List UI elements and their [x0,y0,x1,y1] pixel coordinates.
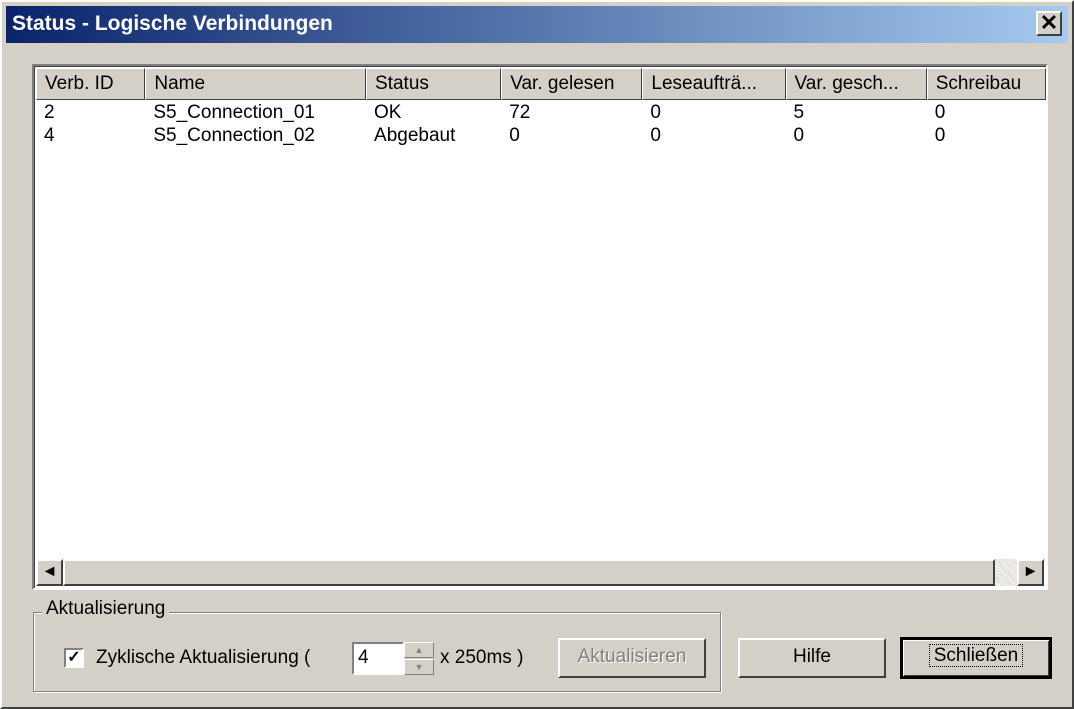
refresh-button-label: Aktualisieren [577,646,687,667]
help-button-label: Hilfe [792,646,831,667]
window-title: Status - Logische Verbindungen [12,12,333,35]
column-header-var-gelesen[interactable]: Var. gelesen [501,68,643,100]
arrow-left-icon: ◄ [41,563,58,580]
cell-verb-id: 2 [44,102,55,123]
table-row[interactable]: 4 S5_Connection_02 Abgebaut 0 0 0 0 [36,124,1046,147]
cell-var-gelesen: 72 [509,102,531,123]
help-button[interactable]: Hilfe [738,638,886,678]
checkmark-icon: ✓ [67,649,81,666]
scroll-right-button[interactable]: ► [1017,559,1044,586]
cell-status: OK [374,102,402,123]
column-header-schreibauftraege[interactable]: Schreibau [926,68,1046,100]
column-header-status[interactable]: Status [366,68,502,100]
horizontal-scrollbar[interactable]: ◄ ► [36,559,1044,586]
scroll-left-button[interactable]: ◄ [36,559,63,586]
interval-unit-label: x 250ms ) [440,647,524,668]
column-header-verb-id[interactable]: Verb. ID [36,68,146,100]
close-button-label: Schließen [928,644,1024,667]
cell-name: S5_Connection_02 [153,125,315,146]
cell-status: Abgebaut [374,125,456,146]
interval-spinner[interactable]: ▲ ▼ [404,642,434,675]
spin-up-button[interactable]: ▲ [404,642,434,658]
cell-var-geschrieben: 0 [793,125,805,146]
cell-name: S5_Connection_01 [153,102,315,123]
connections-list[interactable]: Verb. ID Name Status Var. gelesen Leseau… [32,64,1048,590]
cyclic-update-checkbox[interactable]: ✓ [64,648,84,668]
cell-verb-id: 4 [44,125,55,146]
arrow-right-icon: ► [1022,563,1039,580]
update-group-label: Aktualisierung [42,598,170,620]
column-header-var-geschrieben[interactable]: Var. gesch... [785,68,927,100]
close-button[interactable]: Schließen [900,637,1052,679]
column-header-leseauftraege[interactable]: Leseaufträ... [642,68,786,100]
cell-var-gelesen: 0 [509,125,520,146]
title-bar[interactable]: Status - Logische Verbindungen ✕ [6,6,1068,43]
interval-input[interactable]: 4 [352,642,404,675]
scrollbar-thumb[interactable] [63,559,995,586]
cell-schreibauftraege: 0 [934,125,946,146]
cell-leseauftraege: 0 [650,102,661,123]
table-row[interactable]: 2 S5_Connection_01 OK 72 0 5 0 [36,101,1046,124]
cyclic-update-label[interactable]: Zyklische Aktualisierung ( [96,647,310,669]
arrow-down-icon: ▼ [414,662,424,672]
cell-var-geschrieben: 5 [793,102,805,123]
cell-leseauftraege: 0 [650,125,661,146]
close-icon: ✕ [1039,10,1059,35]
spin-down-button[interactable]: ▼ [404,659,434,675]
column-header-name[interactable]: Name [145,68,367,100]
cell-schreibauftraege: 0 [934,102,946,123]
close-window-button[interactable]: ✕ [1036,11,1062,36]
refresh-button[interactable]: Aktualisieren [558,638,706,678]
arrow-up-icon: ▲ [414,645,424,655]
table-header: Verb. ID Name Status Var. gelesen Leseau… [36,68,1046,100]
